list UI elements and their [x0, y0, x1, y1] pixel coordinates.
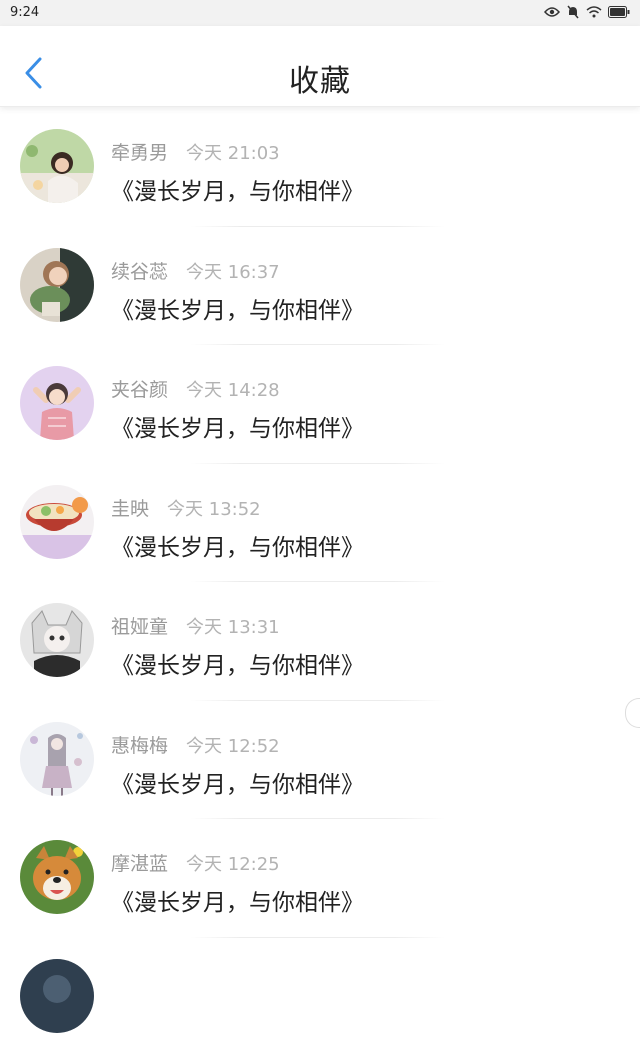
item-time: 今天 14:28 [186, 376, 280, 402]
avatar [20, 959, 94, 1033]
item-time: 今天 16:37 [186, 258, 280, 284]
item-time: 今天 21:03 [186, 139, 280, 165]
item-title: 《漫长岁月，与你相伴》 [111, 646, 364, 680]
item-title: 《漫长岁月，与你相伴》 [111, 291, 364, 325]
item-name: 摩湛蓝 [111, 849, 168, 876]
item-title: 《漫长岁月，与你相伴》 [111, 409, 364, 443]
item-time: 今天 12:52 [186, 732, 280, 758]
eye-icon [544, 6, 560, 18]
status-bar: 9:24 [0, 0, 640, 26]
item-title: 《漫长岁月，与你相伴》 [111, 172, 364, 206]
avatar [20, 603, 94, 677]
status-icons [544, 5, 630, 19]
avatar [20, 366, 94, 440]
item-name: 续谷蕊 [111, 257, 168, 284]
item-time: 今天 12:25 [186, 850, 280, 876]
list-item[interactable]: 圭映 今天 13:52 《漫长岁月，与你相伴》 [0, 464, 640, 583]
item-time: 今天 13:52 [167, 495, 261, 521]
item-title: 《漫长岁月，与你相伴》 [111, 883, 364, 917]
avatar [20, 722, 94, 796]
page-title: 收藏 [0, 56, 640, 100]
avatar [20, 129, 94, 203]
item-name: 夹谷颜 [111, 375, 168, 402]
favorites-list: 牵勇男 今天 21:03 《漫长岁月，与你相伴》 续谷蕊 今天 16:37 《漫… [0, 108, 640, 1056]
avatar [20, 840, 94, 914]
item-title: 《漫长岁月，与你相伴》 [111, 765, 364, 799]
wifi-icon [586, 6, 602, 18]
item-name: 圭映 [111, 494, 149, 521]
list-item[interactable]: 摩湛蓝 今天 12:25 《漫长岁月，与你相伴》 [0, 819, 640, 938]
item-name: 惠梅梅 [111, 731, 168, 758]
header: 收藏 [0, 26, 640, 107]
avatar [20, 485, 94, 559]
battery-icon [608, 6, 630, 18]
mute-icon [566, 5, 580, 19]
list-item[interactable]: 惠梅梅 今天 12:52 《漫长岁月，与你相伴》 [0, 701, 640, 820]
status-time: 9:24 [10, 5, 39, 20]
avatar [20, 248, 94, 322]
list-item[interactable]: 祖娅童 今天 13:31 《漫长岁月，与你相伴》 [0, 582, 640, 701]
item-name: 祖娅童 [111, 612, 168, 639]
item-time: 今天 13:31 [186, 613, 280, 639]
item-name: 牵勇男 [111, 138, 168, 165]
list-item[interactable]: 牵勇男 今天 21:03 《漫长岁月，与你相伴》 [0, 108, 640, 227]
list-item[interactable] [0, 938, 640, 1056]
list-item[interactable]: 夹谷颜 今天 14:28 《漫长岁月，与你相伴》 [0, 345, 640, 464]
list-item[interactable]: 续谷蕊 今天 16:37 《漫长岁月，与你相伴》 [0, 227, 640, 346]
item-title: 《漫长岁月，与你相伴》 [111, 528, 364, 562]
